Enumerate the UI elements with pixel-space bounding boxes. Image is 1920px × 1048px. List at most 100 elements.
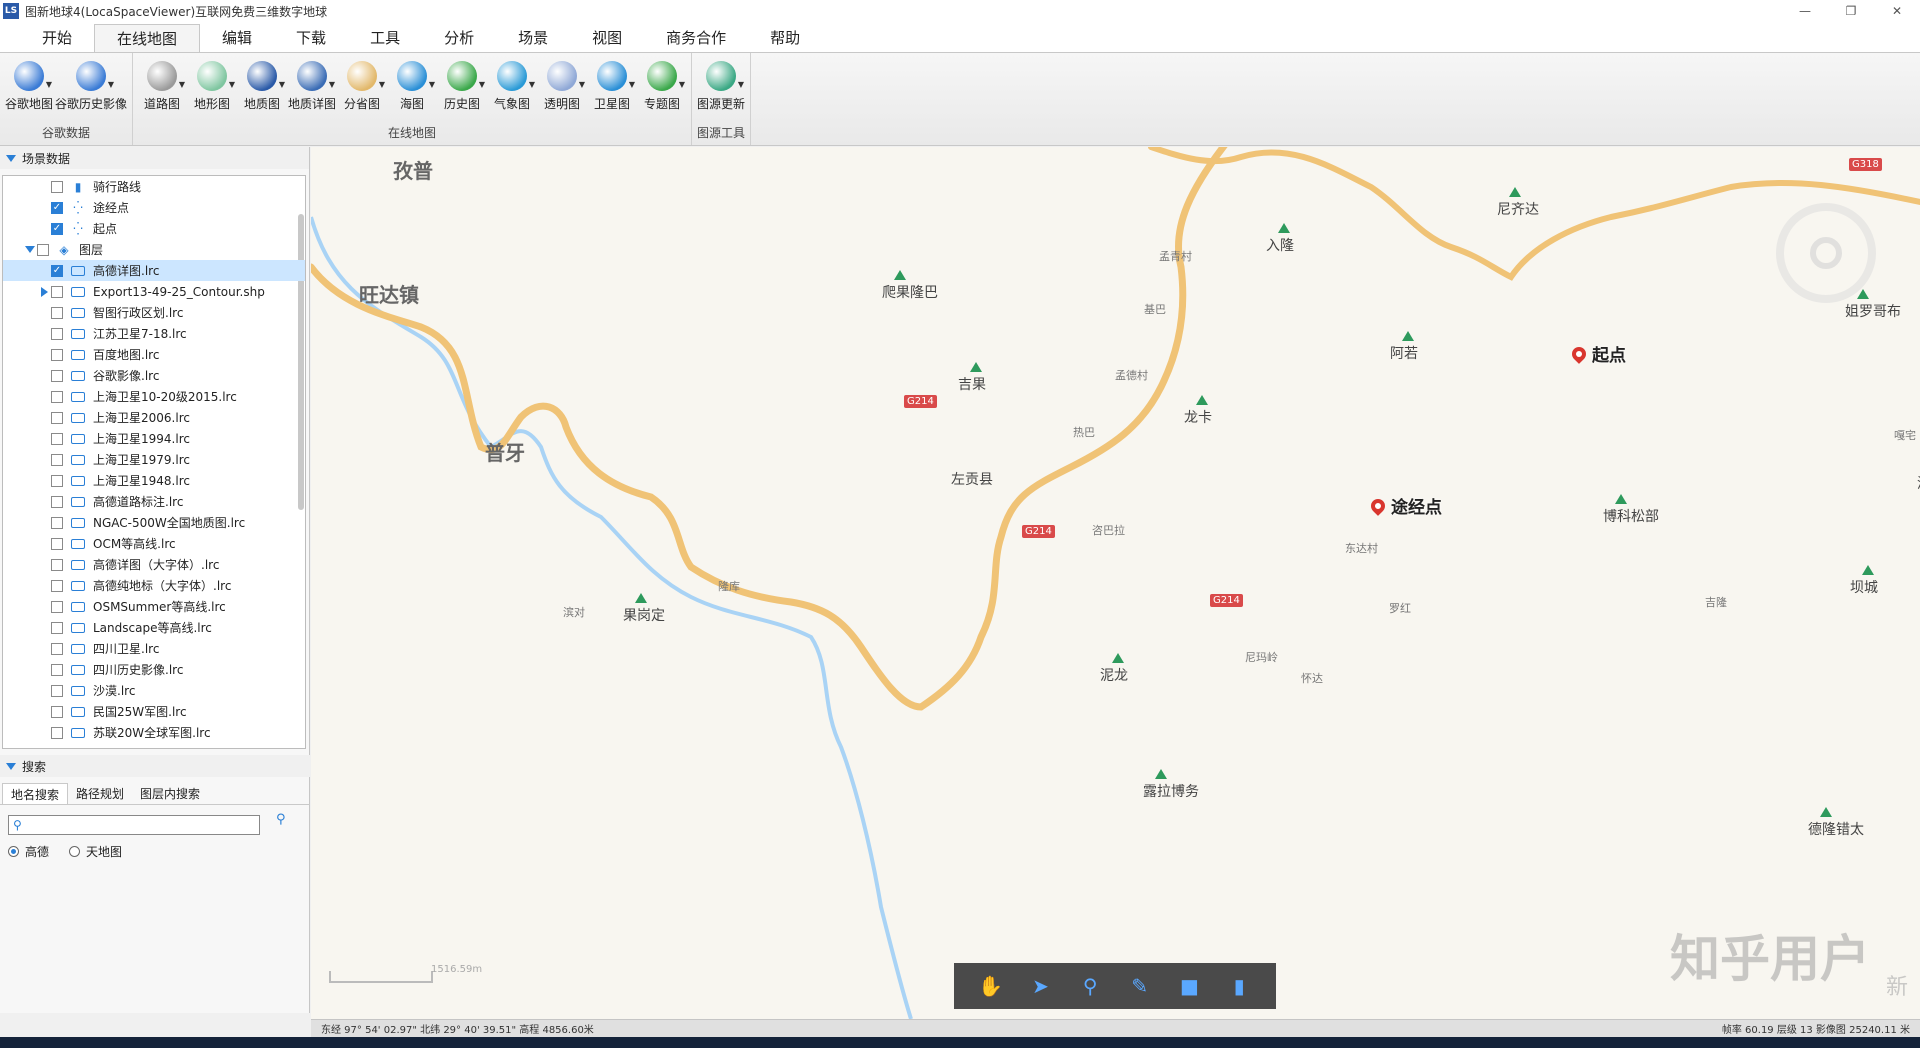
place-label[interactable]: 罗红: [1389, 600, 1411, 616]
place-label[interactable]: 基巴: [1144, 301, 1166, 317]
place-label[interactable]: 博科松部: [1603, 506, 1659, 526]
place-label[interactable]: 爬果隆巴: [882, 282, 938, 302]
tree-row[interactable]: Landscape等高线.lrc: [3, 617, 305, 638]
layer-checkbox[interactable]: [51, 348, 63, 361]
layer-checkbox[interactable]: [51, 537, 63, 550]
tree-row[interactable]: ✓ 高德详图.lrc: [3, 260, 305, 281]
dropdown-arrow-icon[interactable]: ▼: [179, 80, 185, 89]
search-icon[interactable]: ⚲: [276, 812, 286, 827]
layer-checkbox[interactable]: [51, 306, 63, 319]
layer-checkbox[interactable]: [51, 327, 63, 340]
layer-checkbox[interactable]: [51, 621, 63, 634]
radio-dot[interactable]: [8, 846, 19, 857]
tree-row[interactable]: Export13-49-25_Contour.shp: [3, 281, 305, 302]
layer-checkbox[interactable]: [51, 495, 63, 508]
tree-row[interactable]: 上海卫星2006.lrc: [3, 407, 305, 428]
place-label[interactable]: 尼玛岭: [1245, 649, 1278, 665]
place-label[interactable]: 孟德村: [1115, 367, 1148, 383]
radio-dot[interactable]: [69, 846, 81, 857]
layer-checkbox[interactable]: [51, 579, 63, 592]
route-marker[interactable]: 起点: [1569, 341, 1626, 366]
menu-tab-7[interactable]: 视图: [570, 24, 644, 52]
tree-row[interactable]: ✓ ⁛ 途经点: [3, 197, 305, 218]
place-label[interactable]: 滨对: [563, 604, 585, 620]
tree-row[interactable]: OSMSummer等高线.lrc: [3, 596, 305, 617]
dropdown-arrow-icon[interactable]: ▼: [429, 80, 435, 89]
menu-tab-1[interactable]: 在线地图: [94, 24, 201, 52]
place-label[interactable]: 隆库: [718, 578, 740, 594]
layer-checkbox[interactable]: [51, 684, 63, 697]
dropdown-arrow-icon[interactable]: ▼: [579, 80, 585, 89]
layer-checkbox[interactable]: [51, 516, 63, 529]
menu-tab-2[interactable]: 编辑: [200, 24, 274, 52]
close-button[interactable]: ✕: [1874, 0, 1920, 22]
layer-checkbox[interactable]: [51, 558, 63, 571]
tree-row[interactable]: 四川历史影像.lrc: [3, 659, 305, 680]
layer-checkbox[interactable]: [51, 663, 63, 676]
tree-row[interactable]: 高德详图（大字体）.lrc: [3, 554, 305, 575]
layer-checkbox[interactable]: [51, 432, 63, 445]
tree-row[interactable]: 百度地图.lrc: [3, 344, 305, 365]
place-label[interactable]: 旺达镇: [359, 279, 419, 308]
place-label[interactable]: 左贡县: [951, 469, 993, 489]
tree-row[interactable]: 上海卫星1979.lrc: [3, 449, 305, 470]
layer-checkbox[interactable]: [51, 600, 63, 613]
place-label[interactable]: 东达村: [1345, 540, 1378, 556]
place-label[interactable]: 姐罗哥布: [1845, 301, 1901, 321]
tree-row[interactable]: ▮ 骑行路线: [3, 176, 305, 197]
rectangle-icon[interactable]: ■: [1175, 972, 1203, 1000]
tree-row[interactable]: 江苏卫星7-18.lrc: [3, 323, 305, 344]
pin-icon[interactable]: ⚲: [1076, 972, 1104, 1000]
dropdown-arrow-icon[interactable]: ▼: [379, 80, 385, 89]
menu-tab-8[interactable]: 商务合作: [644, 24, 748, 52]
search-tab-0[interactable]: 地名搜索: [2, 783, 69, 804]
place-label[interactable]: 入隆: [1266, 235, 1294, 255]
menu-tab-4[interactable]: 工具: [348, 24, 422, 52]
tree-row[interactable]: OCM等高线.lrc: [3, 533, 305, 554]
tree-row[interactable]: 民国25W军图.lrc: [3, 701, 305, 722]
menu-tab-9[interactable]: 帮助: [748, 24, 822, 52]
tree-row[interactable]: 智图行政区划.lrc: [3, 302, 305, 323]
place-label[interactable]: 阿若: [1390, 343, 1418, 363]
place-label[interactable]: 吉果: [958, 374, 986, 394]
dropdown-arrow-icon[interactable]: ▼: [329, 80, 335, 89]
expand-toggle-icon[interactable]: [37, 286, 51, 297]
layer-checkbox[interactable]: [51, 642, 63, 655]
tree-row[interactable]: 谷歌影像.lrc: [3, 365, 305, 386]
dropdown-arrow-icon[interactable]: ▼: [738, 80, 744, 89]
pen-icon[interactable]: ✎: [1126, 972, 1154, 1000]
restore-button[interactable]: ❐: [1828, 0, 1874, 22]
layer-checkbox[interactable]: [51, 411, 63, 424]
layer-checkbox[interactable]: [51, 726, 63, 739]
layer-checkbox[interactable]: ✓: [51, 201, 63, 214]
tree-row[interactable]: ◈ 图层: [3, 239, 305, 260]
tree-row[interactable]: 高德纯地标（大字体）.lrc: [3, 575, 305, 596]
place-label[interactable]: 果岗定: [623, 605, 665, 625]
layer-checkbox[interactable]: ✓: [51, 264, 63, 277]
expand-toggle-icon[interactable]: [23, 246, 37, 253]
layer-checkbox[interactable]: [51, 285, 63, 298]
place-label[interactable]: 嘎宅: [1894, 427, 1916, 443]
layer-checkbox[interactable]: [37, 243, 49, 256]
pointer-icon[interactable]: ➤: [1026, 972, 1054, 1000]
dropdown-arrow-icon[interactable]: ▼: [229, 80, 235, 89]
tree-row[interactable]: 上海卫星1994.lrc: [3, 428, 305, 449]
tree-row[interactable]: 上海卫星10-20级2015.lrc: [3, 386, 305, 407]
hand-icon[interactable]: ✋: [977, 972, 1005, 1000]
tree-row[interactable]: 高德道路标注.lrc: [3, 491, 305, 512]
tree-row[interactable]: 沙漠.lrc: [3, 680, 305, 701]
place-label[interactable]: 泥龙: [1100, 665, 1128, 685]
search-source-radio[interactable]: 天地图: [69, 843, 122, 860]
compass-center[interactable]: [1810, 237, 1842, 269]
layer-checkbox[interactable]: [51, 705, 63, 718]
search-input-box[interactable]: ⚲: [8, 815, 260, 835]
place-label[interactable]: 咨巴拉: [1092, 522, 1125, 538]
tree-row[interactable]: 上海卫星1948.lrc: [3, 470, 305, 491]
place-label[interactable]: 德隆错太: [1808, 819, 1864, 839]
layer-checkbox[interactable]: [51, 390, 63, 403]
dropdown-arrow-icon[interactable]: ▼: [479, 80, 485, 89]
place-label[interactable]: 普牙: [485, 437, 525, 466]
dropdown-arrow-icon[interactable]: ▼: [629, 80, 635, 89]
route-marker[interactable]: 途经点: [1368, 493, 1442, 518]
place-label[interactable]: 吉隆: [1705, 594, 1727, 610]
